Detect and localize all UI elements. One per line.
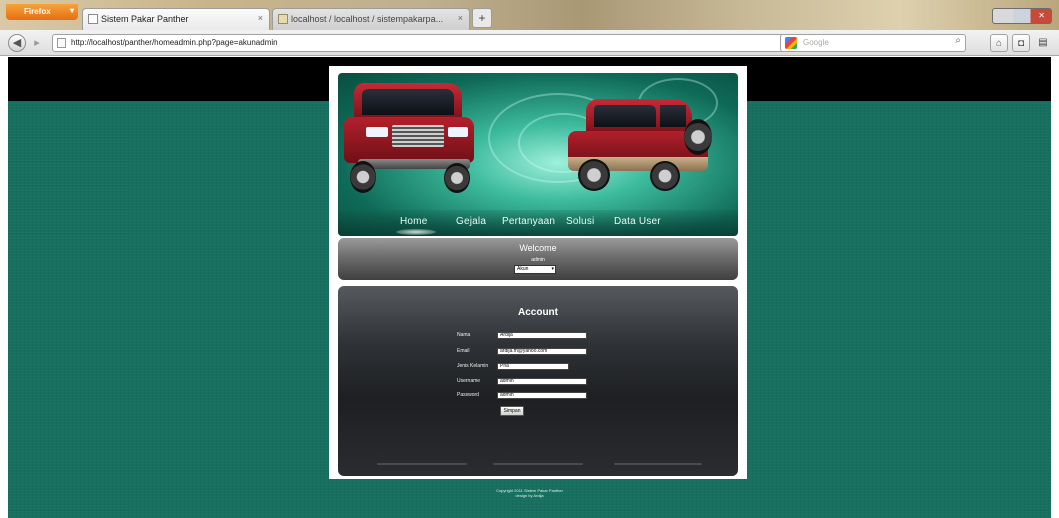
active-menu-indicator: [396, 229, 436, 235]
jenis-kelamin-label: Jenis Kelamin: [457, 363, 489, 369]
email-field[interactable]: ardija.m@yahoo.com: [497, 348, 587, 355]
content-box: Account Nama Ardija Email ardija.m@yahoo…: [338, 286, 738, 476]
back-button[interactable]: ◀: [8, 34, 26, 52]
browser-tab-bar: Firefox ▾ Sistem Pakar Panther × localho…: [0, 0, 1059, 30]
tab-title: Sistem Pakar Panther: [101, 14, 189, 24]
car-image-front: [344, 81, 476, 196]
menu-item-pertanyaan[interactable]: Pertanyaan: [502, 216, 555, 227]
main-menu: Home Gejala Pertanyaan Solusi Data User: [338, 210, 738, 236]
page-background: Home Gejala Pertanyaan Solusi Data User …: [8, 57, 1051, 518]
page-icon: [57, 38, 66, 48]
tab-phpmyadmin[interactable]: localhost / localhost / sistempakarpa...…: [272, 8, 470, 30]
nama-label: Nama: [457, 332, 471, 338]
forward-icon: ▸: [34, 37, 40, 49]
page-icon: [88, 14, 98, 24]
site-wrapper: Home Gejala Pertanyaan Solusi Data User …: [329, 66, 747, 479]
welcome-box: Welcome admin Akun ▾: [338, 238, 738, 280]
nama-field[interactable]: Ardija: [497, 332, 587, 339]
search-placeholder: Google: [803, 38, 829, 47]
password-field[interactable]: admin: [497, 392, 587, 399]
forward-button[interactable]: ▸: [30, 34, 44, 52]
welcome-title: Welcome: [519, 243, 557, 253]
bookmarks-icon: ▤: [1038, 37, 1048, 48]
tab-title: localhost / localhost / sistempakarpa...: [291, 14, 444, 24]
menu-item-gejala[interactable]: Gejala: [456, 216, 486, 227]
addon-icon: ◘: [1017, 38, 1025, 49]
home-icon: ⌂: [995, 38, 1003, 49]
google-icon[interactable]: [785, 37, 797, 49]
window-controls[interactable]: ✕: [992, 8, 1052, 24]
bookmarks-button[interactable]: ▤: [1034, 34, 1052, 52]
car-image-rear: [562, 99, 712, 199]
design-credit-text: design by Ardija: [515, 493, 544, 498]
divider: [377, 463, 467, 465]
new-tab-button[interactable]: +: [472, 8, 492, 28]
search-icon[interactable]: ⌕: [955, 35, 961, 46]
url-bar[interactable]: http://localhost/panther/homeadmin.php?p…: [52, 34, 844, 52]
firefox-menu-button[interactable]: Firefox ▾: [6, 4, 78, 20]
header-banner: Home Gejala Pertanyaan Solusi Data User: [338, 73, 738, 236]
select-value: Akun: [517, 266, 529, 272]
username-label: Username: [457, 378, 481, 384]
menu-item-home[interactable]: Home: [400, 216, 427, 227]
menu-item-solusi[interactable]: Solusi: [566, 216, 594, 227]
close-icon[interactable]: ×: [258, 13, 263, 23]
close-icon[interactable]: ×: [458, 13, 463, 23]
admin-menu-select[interactable]: Akun ▾: [514, 265, 556, 274]
divider: [493, 463, 583, 465]
home-button[interactable]: ⌂: [990, 34, 1008, 52]
email-label: Email: [457, 348, 470, 354]
navigation-toolbar: ◀ ▸ http://localhost/panther/homeadmin.p…: [0, 30, 1059, 56]
back-icon: ◀: [12, 37, 22, 49]
spare-tire: [684, 119, 712, 155]
password-label: Password: [457, 392, 479, 398]
jenis-kelamin-field[interactable]: Pria: [497, 363, 569, 370]
account-title: Account: [518, 307, 558, 318]
copyright-footer: Copyright 2011 Sistem Pakar Panther desi…: [8, 488, 1051, 498]
menu-item-data-user[interactable]: Data User: [614, 216, 661, 227]
simpan-button[interactable]: Simpan: [500, 406, 524, 416]
chevron-down-icon: ▾: [69, 6, 74, 15]
phpmyadmin-icon: [278, 14, 288, 24]
addon-button[interactable]: ◘: [1012, 34, 1030, 52]
url-text: http://localhost/panther/homeadmin.php?p…: [71, 38, 278, 47]
username-field[interactable]: admin: [497, 378, 587, 385]
tab-sistem-pakar[interactable]: Sistem Pakar Panther ×: [82, 8, 270, 30]
firefox-menu-label: Firefox: [24, 7, 51, 16]
divider: [614, 463, 702, 465]
welcome-username: admin: [531, 257, 545, 263]
chevron-down-icon: ▾: [551, 266, 554, 272]
search-input[interactable]: Google ⌕: [780, 34, 966, 52]
